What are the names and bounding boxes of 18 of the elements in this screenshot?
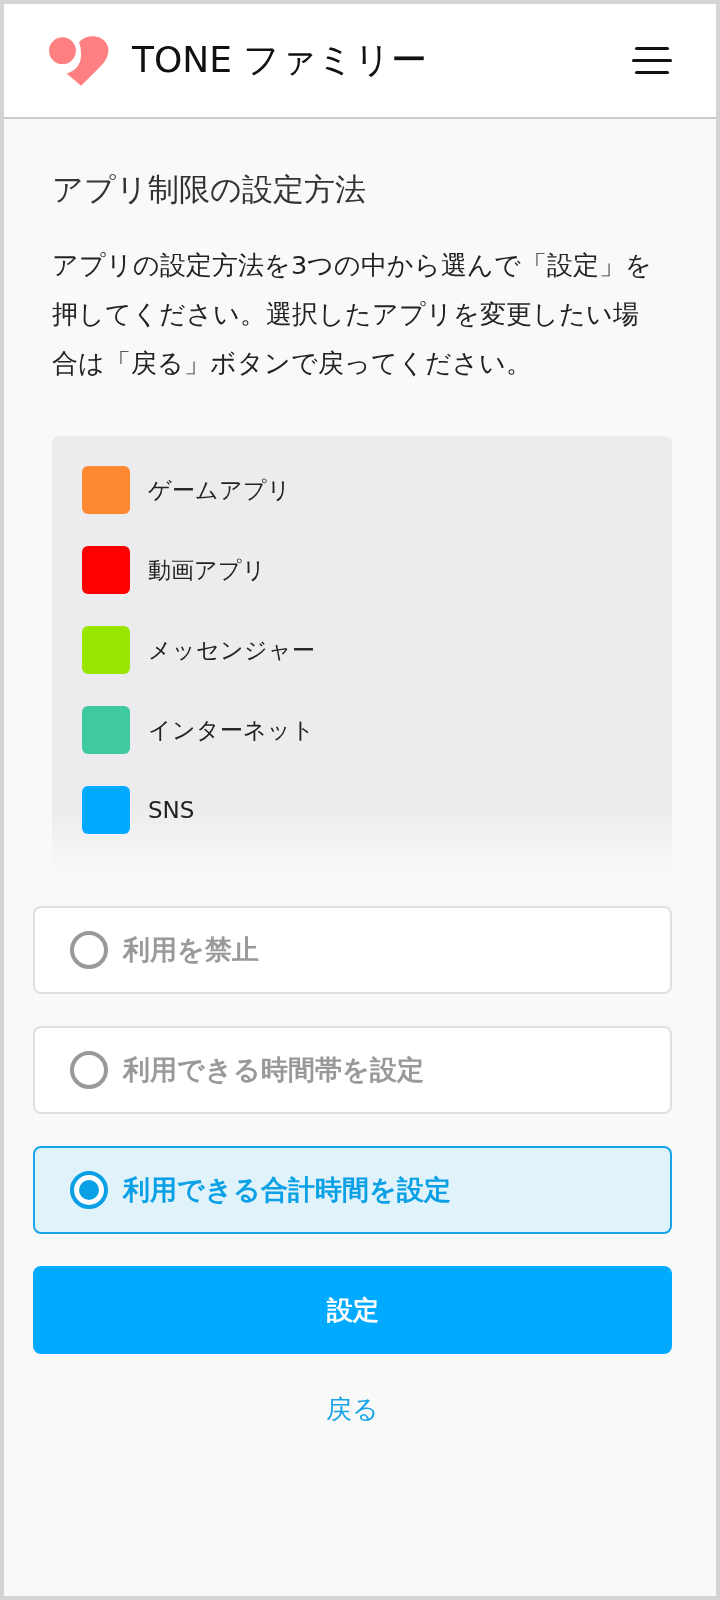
submit-button[interactable]: 設定 <box>33 1266 672 1354</box>
option-radio[interactable]: 利用できる合計時間を設定 <box>33 1146 672 1234</box>
description-text: アプリの設定方法を3つの中から選んで「設定」を押してください。選択したアプリを変更したい場合は「戻る」ボタンで戻ってください。 <box>52 249 654 380</box>
option-radio[interactable]: 利用を禁止 <box>33 906 672 994</box>
app-category-label: ゲームアプリ <box>148 475 291 505</box>
radio-icon <box>69 930 109 970</box>
heart-logo-icon <box>48 33 110 88</box>
radio-icon <box>69 1050 109 1090</box>
app-category-label: メッセンジャー <box>148 635 315 665</box>
app-category-label: 動画アプリ <box>148 555 266 585</box>
app-category-label: SNS <box>148 797 195 823</box>
menu-icon[interactable] <box>632 45 672 76</box>
app-category-label: インターネット <box>148 715 315 745</box>
option-radio[interactable]: 利用できる時間帯を設定 <box>33 1026 672 1114</box>
app-title: TONE ファミリー <box>132 38 429 82</box>
radio-selected-icon <box>69 1170 109 1210</box>
page-title: アプリ制限の設定方法 <box>52 170 367 209</box>
back-link[interactable]: 戻る <box>326 1394 379 1424</box>
